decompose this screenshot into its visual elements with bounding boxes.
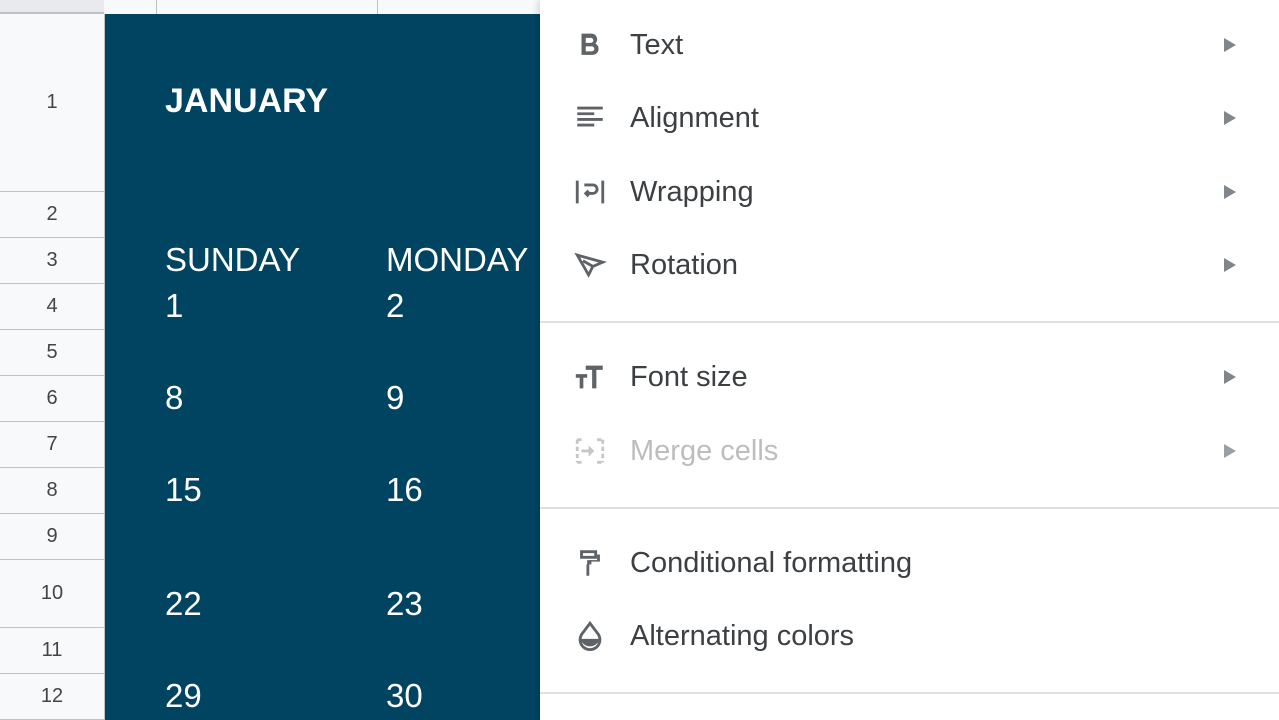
row-header[interactable]: 3 xyxy=(0,238,104,284)
column-divider[interactable] xyxy=(377,0,378,14)
menu-item-label: Text xyxy=(630,28,684,61)
date-cell: 23 xyxy=(386,585,423,622)
menu-item-merge-cells: Merge cells xyxy=(540,421,1279,481)
submenu-arrow-icon xyxy=(1224,185,1236,199)
submenu-arrow-icon xyxy=(1224,111,1236,125)
menu-item-text[interactable]: Text xyxy=(540,15,1279,75)
date-cell: 9 xyxy=(386,379,405,416)
menu-item-label: Merge cells xyxy=(630,434,779,467)
menu-separator xyxy=(540,692,1279,694)
date-cell: 8 xyxy=(165,379,184,416)
menu-item-alignment[interactable]: Alignment xyxy=(540,88,1279,148)
bold-icon xyxy=(570,25,610,65)
menu-separator xyxy=(540,321,1279,323)
menu-item-alternating-colors[interactable]: Alternating colors xyxy=(540,606,1279,666)
row-header[interactable]: 10 xyxy=(0,560,104,628)
paint-roller-icon xyxy=(570,543,610,583)
menu-item-label: Wrapping xyxy=(630,175,754,208)
row-header[interactable]: 8 xyxy=(0,468,104,514)
merge-cells-icon xyxy=(570,431,610,471)
fill-drop-icon xyxy=(570,616,610,656)
menu-item-conditional-formatting[interactable]: Conditional formatting xyxy=(540,533,1279,593)
row-header[interactable]: 9 xyxy=(0,514,104,560)
row-header[interactable]: 4 xyxy=(0,284,104,330)
date-cell: 16 xyxy=(386,471,423,508)
date-cell: 29 xyxy=(165,677,202,714)
select-all-corner[interactable] xyxy=(0,0,104,14)
date-cell: 30 xyxy=(386,677,423,714)
menu-item-label: Rotation xyxy=(630,248,739,281)
menu-item-wrapping[interactable]: Wrapping xyxy=(540,162,1279,222)
text-rotation-icon xyxy=(570,245,610,285)
row-header[interactable]: 12 xyxy=(0,674,104,720)
date-cell: 1 xyxy=(165,287,184,324)
weekday-header: SUNDAY xyxy=(165,241,301,278)
submenu-arrow-icon xyxy=(1224,370,1236,384)
submenu-arrow-icon xyxy=(1224,444,1236,458)
date-cell: 15 xyxy=(165,471,202,508)
row-header[interactable]: 5 xyxy=(0,330,104,376)
menu-item-label: Alternating colors xyxy=(630,619,855,652)
submenu-arrow-icon xyxy=(1224,258,1236,272)
format-menu: Text Alignment Wrapping Rotation Font si… xyxy=(540,0,1279,720)
menu-separator xyxy=(540,507,1279,509)
column-divider[interactable] xyxy=(156,0,157,14)
text-wrap-icon xyxy=(570,172,610,212)
spreadsheet-grid: 1 2 3 4 5 6 7 8 9 10 11 12 JANUARY SUNDA… xyxy=(0,0,540,720)
align-left-icon xyxy=(570,98,610,138)
row-headers: 1 2 3 4 5 6 7 8 9 10 11 12 xyxy=(0,14,105,720)
row-header[interactable]: 2 xyxy=(0,192,104,238)
date-cell: 22 xyxy=(165,585,202,622)
weekday-header: MONDAY xyxy=(386,241,529,278)
submenu-arrow-icon xyxy=(1224,38,1236,52)
menu-item-label: Conditional formatting xyxy=(630,546,913,579)
date-cell: 2 xyxy=(386,287,405,324)
row-header[interactable]: 7 xyxy=(0,422,104,468)
row-header[interactable]: 1 xyxy=(0,14,104,192)
menu-item-label: Alignment xyxy=(630,101,759,134)
menu-item-label: Font size xyxy=(630,360,748,393)
row-header[interactable]: 6 xyxy=(0,376,104,422)
row-header[interactable]: 11 xyxy=(0,628,104,674)
menu-item-rotation[interactable]: Rotation xyxy=(540,235,1279,295)
calendar-block[interactable]: JANUARY SUNDAY MONDAY 1 2 8 9 15 16 22 2… xyxy=(105,14,540,720)
month-title: JANUARY xyxy=(165,82,329,120)
menu-item-font-size[interactable]: Font size xyxy=(540,347,1279,407)
font-size-icon xyxy=(570,357,610,397)
